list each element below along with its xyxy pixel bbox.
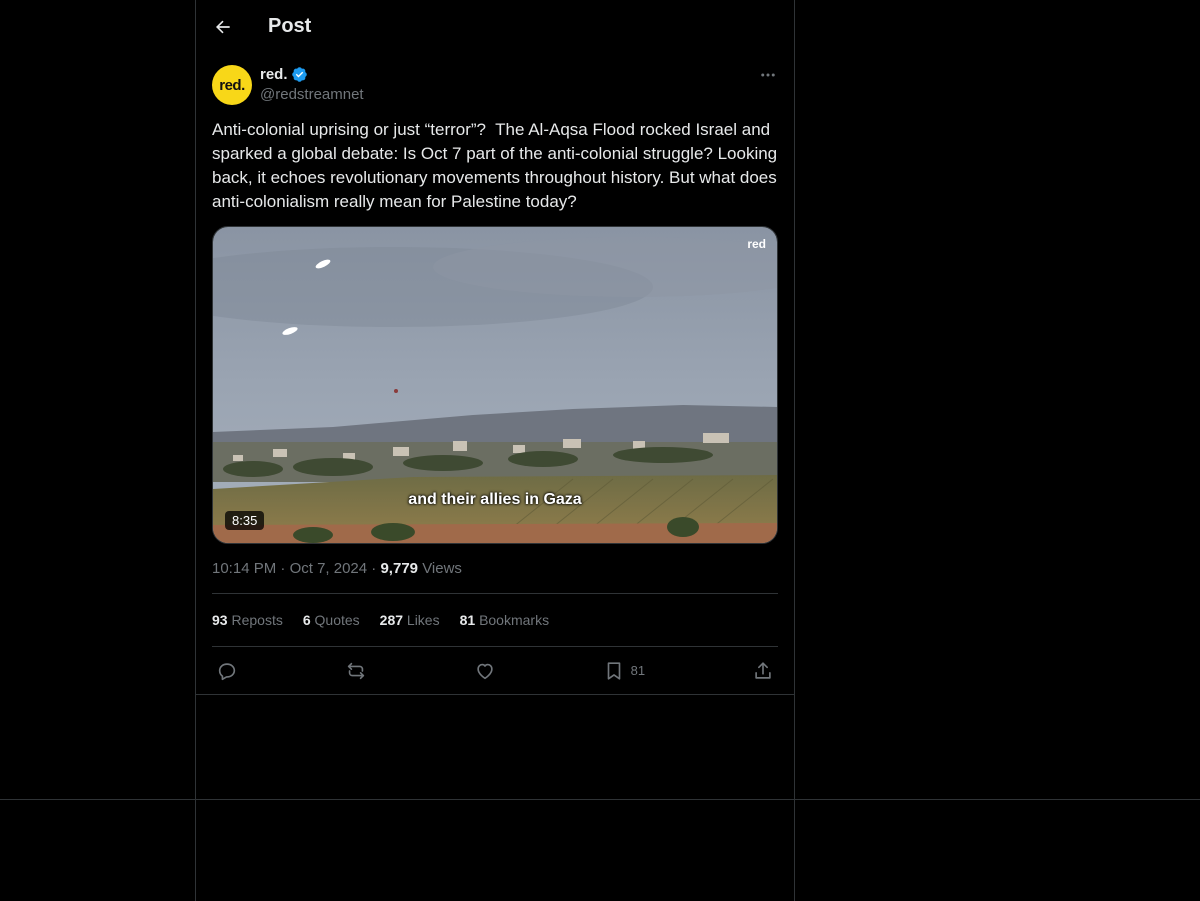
stat-count: 81 xyxy=(459,612,476,628)
page-title: Post xyxy=(268,15,312,37)
stat-bookmarks[interactable]: 81 Bookmarks xyxy=(460,612,550,628)
stat-label: Likes xyxy=(406,612,440,628)
author-display-name[interactable]: red. xyxy=(260,66,288,83)
meta-separator: · xyxy=(371,560,377,577)
stat-label: Quotes xyxy=(314,612,360,628)
author-handle[interactable]: @redstreamnet xyxy=(260,86,364,103)
verified-badge-icon xyxy=(291,67,307,82)
heart-icon xyxy=(477,663,493,679)
bookmark-count: 81 xyxy=(630,663,646,678)
views-count: 9,779 xyxy=(380,560,419,577)
stat-likes[interactable]: 287 Likes xyxy=(380,612,440,628)
share-icon xyxy=(755,661,771,679)
avatar[interactable]: red. xyxy=(212,65,252,105)
post-time[interactable]: 10:14 PM xyxy=(212,560,276,577)
more-dots-icon xyxy=(761,73,775,77)
name-row: red. xyxy=(260,66,364,83)
stat-quotes[interactable]: 6 Quotes xyxy=(303,612,360,628)
video-duration-badge: 8:35 xyxy=(225,511,265,530)
post-text: Anti-colonial uprising or just “terror”?… xyxy=(212,120,782,211)
meta-separator: · xyxy=(280,560,286,577)
back-button[interactable] xyxy=(206,10,240,44)
repost-icon xyxy=(347,662,365,679)
video-player[interactable]: red and their allies in Gaza 8:35 xyxy=(212,226,778,544)
like-button[interactable] xyxy=(474,660,496,682)
repost-button[interactable] xyxy=(345,660,367,682)
more-options-button[interactable] xyxy=(758,65,778,85)
page-header: Post xyxy=(196,0,794,53)
author-row: red. red. @redstreamnet xyxy=(212,65,778,105)
action-bar: 81 xyxy=(212,647,778,694)
reply-button[interactable] xyxy=(216,660,238,682)
post-meta: 10:14 PM · Oct 7, 2024 · 9,779 Views xyxy=(212,560,778,594)
post-date[interactable]: Oct 7, 2024 xyxy=(290,560,368,577)
video-watermark: red xyxy=(747,237,766,251)
video-caption: and their allies in Gaza xyxy=(408,491,582,508)
stat-count: 93 xyxy=(212,612,228,628)
stat-count: 6 xyxy=(302,612,311,628)
stat-label: Reposts xyxy=(231,612,283,628)
stat-count: 287 xyxy=(379,612,404,628)
post-bottom-divider xyxy=(196,694,794,695)
main-column: Post red. red. @redstreamnet Anti-coloni… xyxy=(196,0,794,695)
arrow-left-icon xyxy=(216,20,230,33)
engagement-stats: 93 Reposts 6 Quotes 287 Likes 81 Bookmar… xyxy=(212,594,778,647)
post: red. red. @redstreamnet Anti-colonial up… xyxy=(196,53,794,694)
bookmark-button[interactable]: 81 xyxy=(603,660,645,682)
bookmark-icon xyxy=(607,661,620,680)
author-info: red. @redstreamnet xyxy=(260,66,364,103)
share-button[interactable] xyxy=(752,660,774,682)
right-column-border xyxy=(794,0,795,901)
stat-reposts[interactable]: 93 Reposts xyxy=(212,612,283,628)
avatar-logo-text: red. xyxy=(219,76,245,94)
reply-icon xyxy=(218,662,236,680)
views-label: Views xyxy=(422,560,462,577)
stat-label: Bookmarks xyxy=(479,612,550,628)
bottom-divider xyxy=(0,799,1200,800)
